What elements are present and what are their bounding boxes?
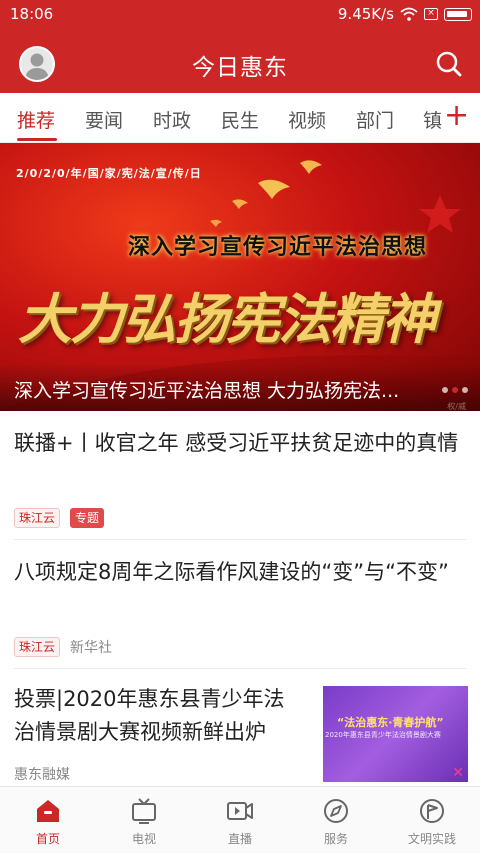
sim-off-icon: × bbox=[424, 8, 438, 20]
banner-date-line: 2/0/2/0/年/国/家/宪/法/宣/传/日 bbox=[16, 167, 202, 180]
carousel-indicator bbox=[442, 387, 468, 393]
nav-civilization[interactable]: 文明实践 bbox=[384, 787, 480, 853]
source-tag: 珠江云 bbox=[14, 508, 61, 528]
page-title: 今日惠东 bbox=[192, 55, 288, 81]
tab-departments[interactable]: 部门 bbox=[356, 106, 394, 133]
tab-politics[interactable]: 时政 bbox=[153, 106, 191, 133]
live-video-icon bbox=[227, 802, 253, 820]
app-header: 18:06 ... 9.45K/s × 今日惠东 bbox=[0, 0, 480, 267]
status-indicators: ... 9.45K/s × bbox=[337, 5, 472, 267]
nav-tv-label: 电视 bbox=[131, 832, 156, 846]
nav-live[interactable]: 直播 bbox=[192, 787, 288, 853]
status-time: 18:06 bbox=[10, 5, 54, 23]
banner-caption[interactable]: 深入学习宣传习近平法治思想 大力弘扬宪法... bbox=[14, 376, 430, 403]
banner-watermark: 权/威 bbox=[447, 402, 466, 411]
bottom-nav: 首页 电视 直播 服务 文明实践 bbox=[0, 786, 480, 853]
news-meta: 珠江云 专题 bbox=[14, 508, 105, 528]
network-speed: 9.45K/s bbox=[337, 5, 394, 23]
search-icon[interactable] bbox=[434, 49, 464, 79]
nav-civilization-label: 文明实践 bbox=[407, 832, 456, 846]
carousel-dot[interactable] bbox=[442, 387, 448, 393]
nav-home-label: 首页 bbox=[35, 832, 60, 846]
thumbnail-decoration-icon: ✕ bbox=[452, 765, 464, 781]
news-thumbnail[interactable]: “法治惠东·青春护航” 2020年惠东县青少年法治情景剧大赛 ✕ bbox=[323, 686, 468, 782]
news-title[interactable]: 八项规定8周年之际看作风建设的“变”与“不变” bbox=[14, 556, 466, 589]
battery-icon bbox=[444, 7, 472, 21]
tv-icon bbox=[132, 798, 156, 824]
news-item[interactable]: 八项规定8周年之际看作风建设的“变”与“不变” 珠江云 新华社 bbox=[0, 540, 480, 668]
nav-services-label: 服务 bbox=[323, 832, 348, 846]
topic-badge: 专题 bbox=[70, 508, 105, 528]
channel-tabs: 推荐 要闻 时政 民生 视频 部门 镇 + bbox=[0, 93, 480, 143]
nav-services[interactable]: 服务 bbox=[288, 787, 384, 853]
tab-recommend[interactable]: 推荐 bbox=[17, 106, 55, 133]
tab-headlines[interactable]: 要闻 bbox=[85, 106, 123, 133]
source-tag: 珠江云 bbox=[14, 637, 61, 657]
carousel-dot-active[interactable] bbox=[452, 387, 458, 393]
active-tab-indicator bbox=[17, 138, 57, 141]
nav-home[interactable]: 首页 bbox=[0, 787, 96, 853]
banner-subtitle: 深入学习宣传习近平法治思想 bbox=[128, 235, 428, 260]
status-bar: 18:06 ... 9.45K/s × bbox=[0, 0, 480, 267]
wifi-icon bbox=[400, 7, 418, 21]
carousel-dot[interactable] bbox=[462, 387, 468, 393]
news-meta: 惠东融媒 bbox=[14, 764, 70, 784]
news-meta: 珠江云 新华社 bbox=[14, 637, 112, 657]
news-source: 惠东融媒 bbox=[14, 767, 70, 783]
banner-carousel[interactable]: 2/0/2/0/年/国/家/宪/法/宣/传/日 深入学习宣传习近平法治思想 大力… bbox=[0, 143, 480, 411]
nav-tv[interactable]: 电视 bbox=[96, 787, 192, 853]
news-item[interactable]: 联播+丨收官之年 感受习近平扶贫足迹中的真情 珠江云 专题 bbox=[0, 411, 480, 539]
flag-icon bbox=[420, 799, 444, 823]
home-icon bbox=[37, 800, 59, 822]
tab-livelihood[interactable]: 民生 bbox=[221, 106, 259, 133]
news-title[interactable]: 联播+丨收官之年 感受习近平扶贫足迹中的真情 bbox=[14, 427, 466, 460]
news-title[interactable]: 投票|2020年惠东县青少年法治情景剧大赛视频新鲜出炉 bbox=[14, 683, 304, 749]
tab-video[interactable]: 视频 bbox=[288, 106, 326, 133]
add-channel-button[interactable]: + bbox=[444, 101, 469, 132]
thumbnail-subtitle: 2020年惠东县青少年法治情景剧大赛 bbox=[325, 731, 441, 739]
news-source: 新华社 bbox=[70, 640, 113, 656]
tab-towns[interactable]: 镇 bbox=[423, 106, 442, 133]
banner-slogan: 大力弘扬宪法精神 bbox=[18, 287, 436, 351]
thumbnail-title: “法治惠东·青春护航” bbox=[337, 716, 444, 729]
nav-live-label: 直播 bbox=[227, 832, 252, 846]
compass-icon bbox=[324, 799, 348, 823]
